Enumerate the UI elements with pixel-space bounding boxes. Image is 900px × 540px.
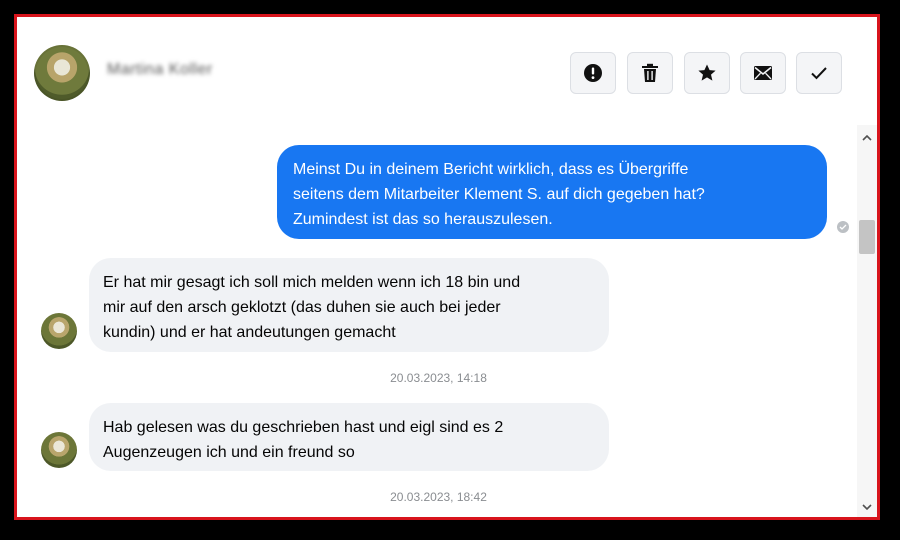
message-list: Meinst Du in deinem Bericht wirklich, da… bbox=[17, 125, 860, 517]
message-line: kundin) und er hat andeutungen gemacht bbox=[103, 324, 396, 341]
check-icon bbox=[811, 67, 827, 80]
done-button[interactable] bbox=[796, 52, 842, 94]
chat-window: Martina Koller Meinst Du in deinem Beric… bbox=[14, 14, 880, 520]
message-line: Meinst Du in deinem Bericht wirklich, da… bbox=[293, 161, 689, 178]
star-icon bbox=[698, 64, 716, 81]
trash-icon bbox=[642, 63, 658, 82]
envelope-icon bbox=[754, 66, 772, 80]
message-line: Augenzeugen ich und ein freund so bbox=[103, 444, 355, 461]
scroll-up-arrow-icon[interactable] bbox=[857, 129, 877, 147]
chat-header: Martina Koller bbox=[17, 17, 877, 126]
message-timestamp: 20.03.2023, 14:18 bbox=[390, 371, 487, 385]
message-line: Zumindest ist das so herauszulesen. bbox=[293, 211, 553, 228]
mail-button[interactable] bbox=[740, 52, 786, 94]
contact-avatar[interactable] bbox=[34, 45, 90, 101]
exclamation-icon bbox=[584, 64, 602, 82]
scroll-thumb[interactable] bbox=[859, 220, 875, 254]
message-line: mir auf den arsch geklotzt (das duhen si… bbox=[103, 299, 501, 316]
read-receipt-icon bbox=[837, 221, 849, 233]
star-button[interactable] bbox=[684, 52, 730, 94]
message-line: Er hat mir gesagt ich soll mich melden w… bbox=[103, 274, 521, 291]
outgoing-message[interactable]: Meinst Du in deinem Bericht wirklich, da… bbox=[277, 145, 827, 239]
message-timestamp: 20.03.2023, 18:42 bbox=[390, 490, 487, 504]
contact-avatar-small[interactable] bbox=[41, 313, 77, 349]
incoming-message[interactable]: Hab gelesen was du geschrieben hast und … bbox=[89, 403, 609, 471]
message-line: Hab gelesen was du geschrieben hast und … bbox=[103, 419, 504, 436]
message-line: seitens dem Mitarbeiter Klement S. auf d… bbox=[293, 186, 705, 203]
report-button[interactable] bbox=[570, 52, 616, 94]
incoming-message[interactable]: Er hat mir gesagt ich soll mich melden w… bbox=[89, 258, 609, 352]
message-scrollbar[interactable] bbox=[857, 125, 877, 517]
contact-avatar-small[interactable] bbox=[41, 432, 77, 468]
scroll-down-arrow-icon[interactable] bbox=[857, 498, 877, 516]
contact-name[interactable]: Martina Koller bbox=[107, 61, 213, 79]
delete-button[interactable] bbox=[627, 52, 673, 94]
